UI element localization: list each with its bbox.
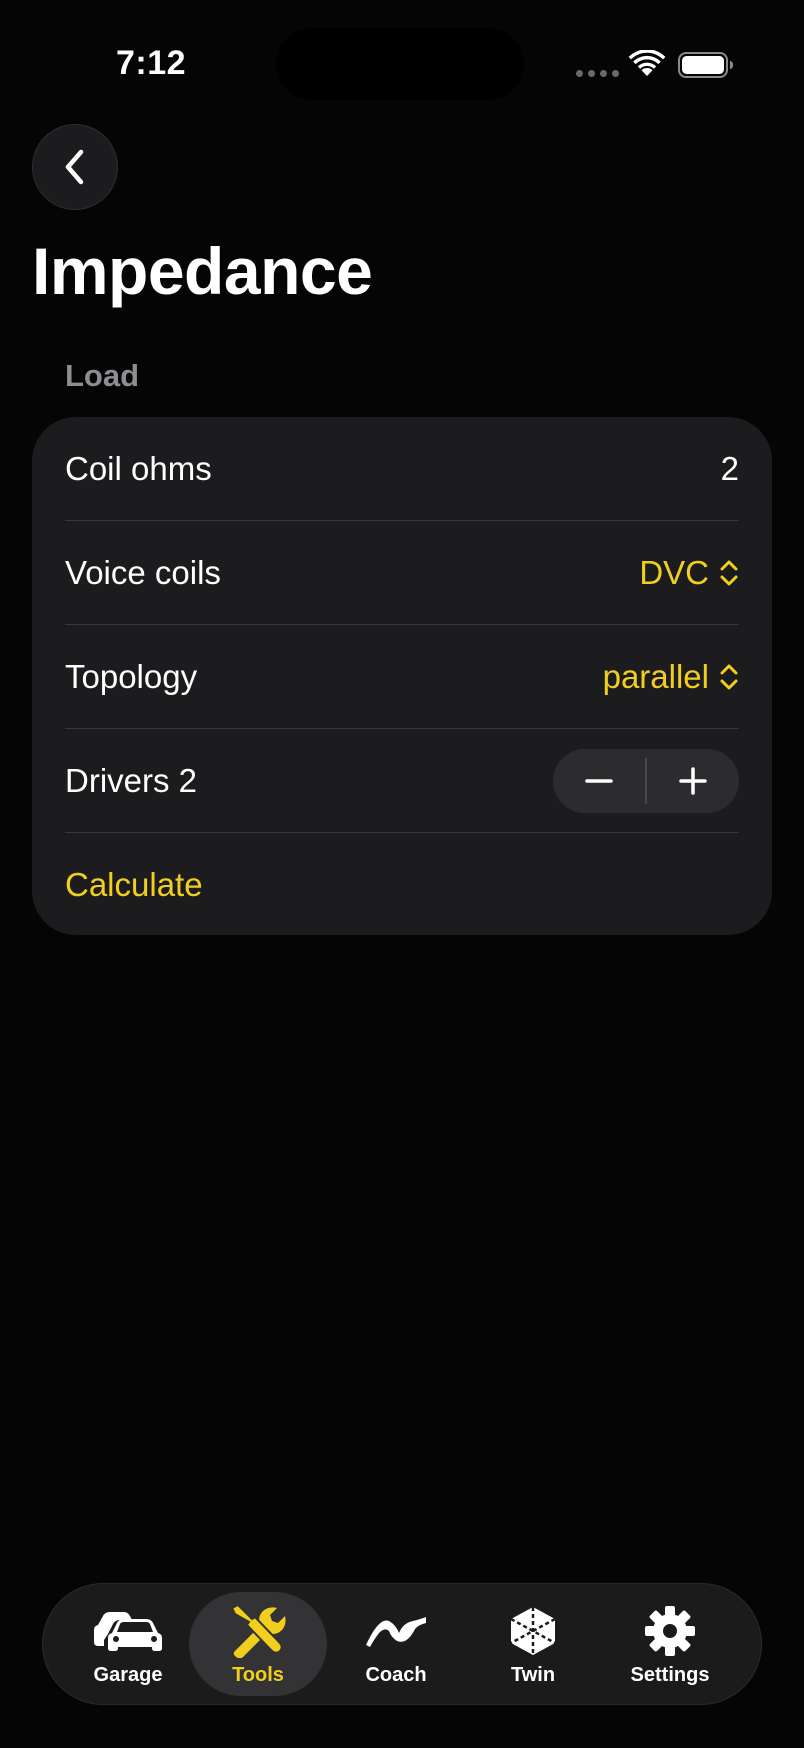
voice-coils-value: DVC [639,554,709,591]
topology-picker[interactable]: parallel [603,658,739,696]
drivers-label: Drivers 2 [65,762,198,799]
drivers-row: Drivers 2 [65,729,739,833]
tab-label-tools: Tools [232,1664,284,1686]
tab-twin[interactable]: Twin [464,1592,602,1696]
voice-coils-picker[interactable]: DVC [639,554,739,592]
chevron-up-down-icon [720,664,738,690]
coil-ohms-label: Coil ohms [65,450,212,487]
tab-bar: Garage Tools Coach Twin Settings [42,1583,762,1705]
calculate-row[interactable]: Calculate [65,833,739,937]
decrement-button[interactable] [553,749,645,813]
chevron-up-down-icon [720,560,738,586]
status-time: 7:12 [116,44,187,82]
back-button[interactable] [32,124,118,210]
tab-settings[interactable]: Settings [601,1592,739,1696]
topology-value: parallel [602,658,709,695]
tab-tools[interactable]: Tools [189,1592,327,1696]
load-form-card: Coil ohms 2 Voice coils DVC Topology par… [32,417,772,935]
tab-coach[interactable]: Coach [327,1592,465,1696]
cellular-signal-icon [576,70,619,77]
tab-label-twin: Twin [510,1664,556,1686]
coil-ohms-row[interactable]: Coil ohms 2 [65,417,739,521]
tab-label-garage: Garage [93,1664,163,1686]
coil-ohms-value[interactable]: 2 [721,450,739,488]
tools-icon [230,1604,286,1658]
plus-icon [679,767,707,795]
minus-icon [585,779,613,783]
chevron-left-icon [65,149,84,185]
section-header-load: Load [65,358,140,393]
voice-coils-label: Voice coils [65,554,221,591]
waveform-icon [363,1604,429,1658]
topology-row: Topology parallel [65,625,739,729]
drivers-stepper[interactable] [553,749,739,813]
voice-coils-row: Voice coils DVC [65,521,739,625]
calculate-button[interactable]: Calculate [65,866,203,904]
cars-icon [90,1604,166,1658]
battery-icon [678,52,733,78]
status-bar: 7:12 [0,0,804,130]
tab-label-settings: Settings [630,1664,710,1686]
gear-icon [644,1604,696,1658]
cube-icon [508,1604,558,1658]
page-title: Impedance [32,234,373,308]
topology-label: Topology [65,658,198,695]
dynamic-island [276,28,524,100]
wifi-icon [628,50,666,76]
tab-garage[interactable]: Garage [59,1592,197,1696]
increment-button[interactable] [647,749,739,813]
tab-label-coach: Coach [365,1664,427,1686]
